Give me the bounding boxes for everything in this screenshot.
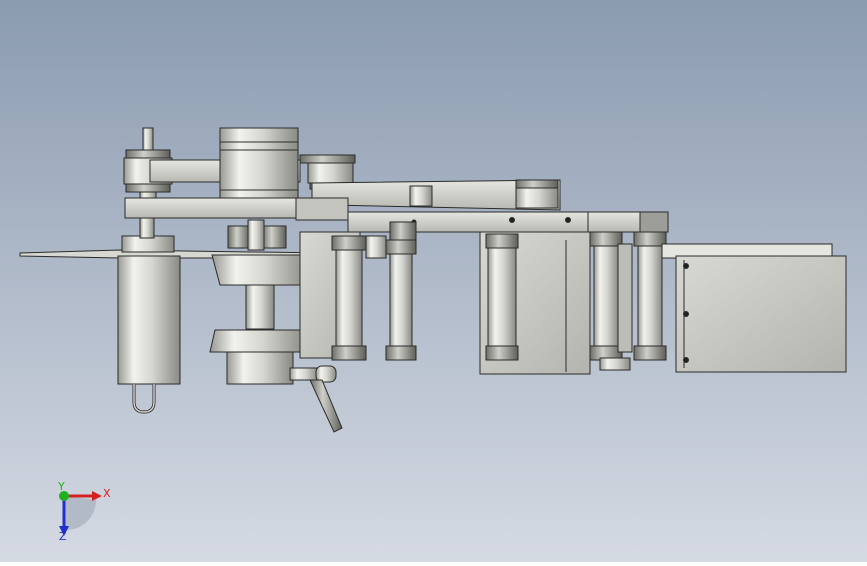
lower-cone-hub: [209, 329, 307, 353]
roller-2: [593, 245, 619, 347]
cad-model-drawing: [0, 0, 867, 562]
left-pulley-top: [125, 149, 171, 159]
triad-x-label: X: [103, 487, 111, 500]
spindle-base: [226, 351, 294, 385]
middle-pulley: [307, 162, 354, 184]
coupling-left: [227, 225, 251, 249]
left-vertical-cylinder: [117, 255, 181, 385]
cad-viewport[interactable]: X Y Z: [0, 0, 867, 562]
coupling-right: [261, 225, 287, 249]
triad-z-label: Z: [59, 530, 67, 543]
spindle: [245, 284, 275, 330]
side-housing: [675, 255, 847, 373]
upper-cone-hub: [211, 254, 309, 286]
left-pulley-bottom: [125, 183, 171, 193]
guide-cylinder-2: [389, 253, 413, 349]
gearbox-roller-1: [487, 247, 517, 347]
triad-y-label: Y: [58, 480, 65, 493]
right-pulley: [515, 187, 559, 209]
roller-3: [637, 245, 663, 347]
top-shaft: [142, 127, 154, 153]
guide-cylinder-1: [335, 249, 363, 347]
lever-hub: [289, 367, 319, 381]
right-frame-plate: [347, 211, 589, 233]
idler-pulley: [409, 185, 433, 207]
motor-cap: [219, 127, 299, 143]
